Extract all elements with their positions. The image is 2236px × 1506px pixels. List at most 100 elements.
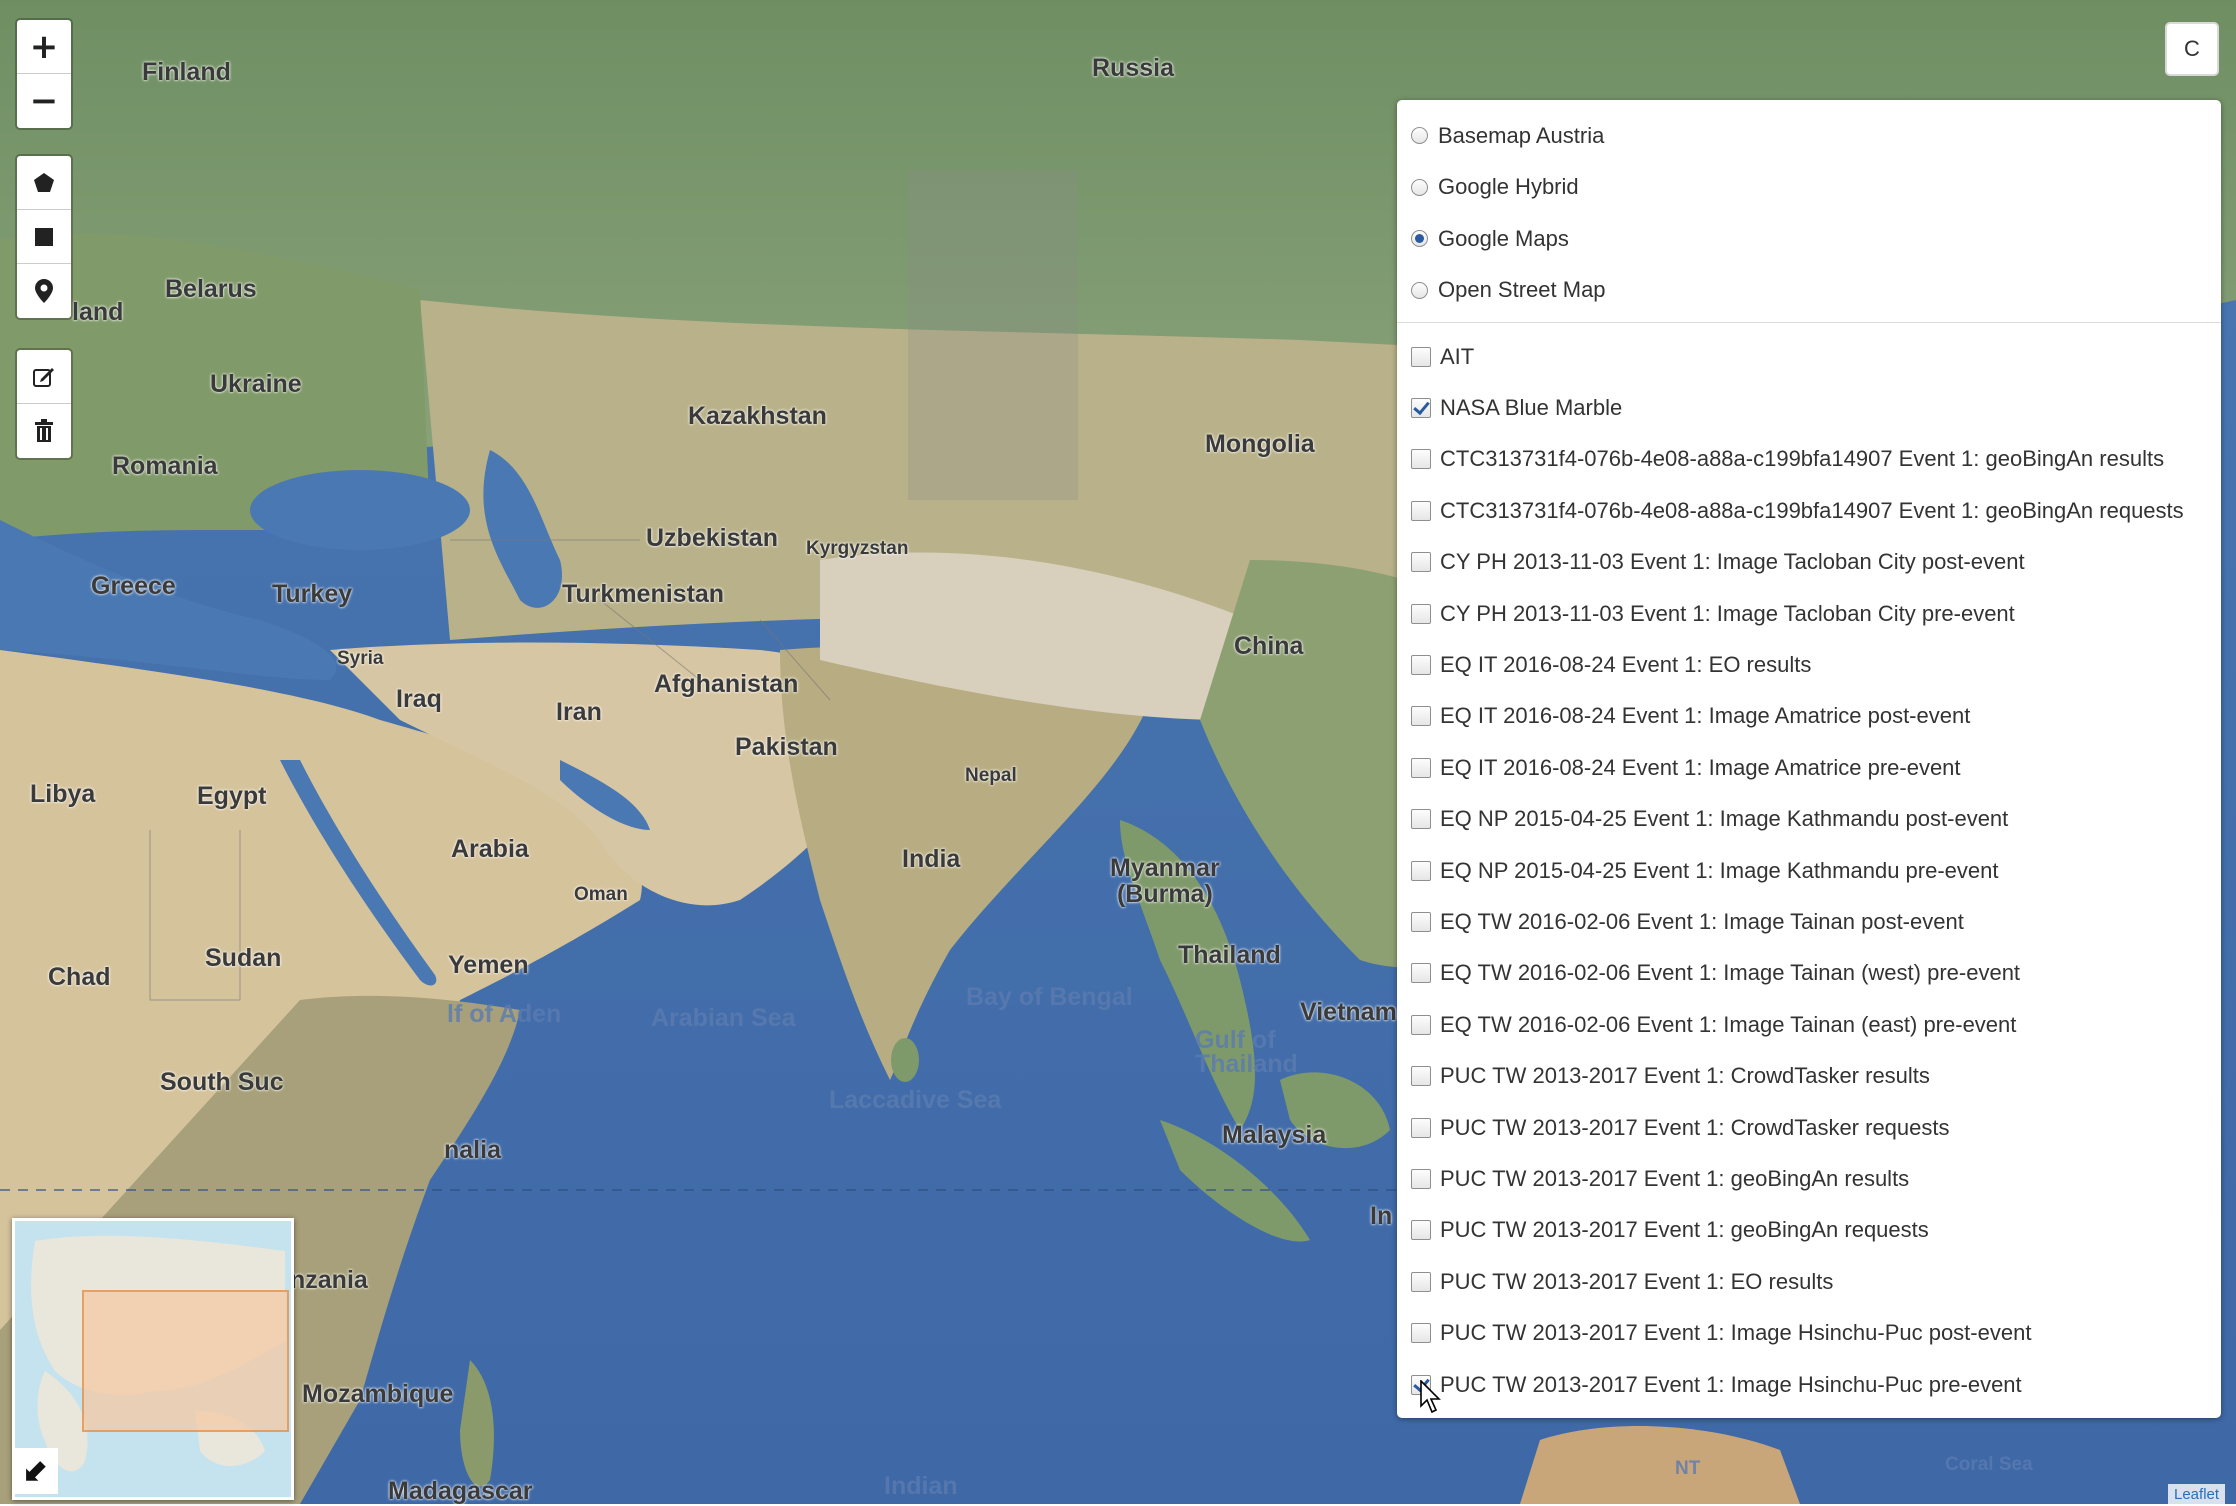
- overlay-layer-label: NASA Blue Marble: [1440, 395, 1623, 421]
- base-layer-label: Basemap Austria: [1438, 122, 1605, 148]
- overlay-layer-label: CTC313731f4-076b-4e08-a88a-c199bfa14907 …: [1440, 497, 2184, 523]
- overlay-layer-checkbox[interactable]: [1411, 963, 1431, 984]
- overlay-layer-checkbox[interactable]: [1411, 1066, 1431, 1087]
- base-layer-option[interactable]: Basemap Austria: [1409, 110, 2211, 162]
- overlay-layer-option[interactable]: EQ TW 2016-02-06 Event 1: Image Tainan p…: [1409, 896, 2211, 947]
- overlay-layer-option[interactable]: PUC TW 2013-2017 Event 1: CrowdTasker re…: [1409, 1102, 2211, 1153]
- zoom-control: + −: [15, 18, 73, 130]
- delete-layers-button[interactable]: [17, 404, 71, 458]
- overlay-layer-option[interactable]: CTC313731f4-076b-4e08-a88a-c199bfa14907 …: [1409, 485, 2211, 536]
- overlay-layer-option[interactable]: EQ IT 2016-08-24 Event 1: EO results: [1409, 639, 2211, 690]
- overlay-layer-option[interactable]: CTC313731f4-076b-4e08-a88a-c199bfa14907 …: [1409, 434, 2211, 485]
- edit-icon: [33, 367, 54, 387]
- overlay-layer-checkbox[interactable]: [1411, 398, 1431, 419]
- layers-separator: [1397, 322, 2221, 323]
- base-layer-label: Open Street Map: [1438, 277, 1606, 303]
- overlay-layer-label: CTC313731f4-076b-4e08-a88a-c199bfa14907 …: [1440, 446, 2165, 472]
- overlay-layer-option[interactable]: PUC TW 2013-2017 Event 1: Image Hsinchu-…: [1409, 1359, 2211, 1410]
- overlay-layer-label: CY PH 2013-11-03 Event 1: Image Tacloban…: [1440, 600, 2015, 626]
- overlay-layer-label: AIT: [1440, 343, 1475, 369]
- plus-icon: +: [29, 26, 59, 67]
- overlay-layer-checkbox[interactable]: [1411, 809, 1431, 830]
- overlay-layer-checkbox[interactable]: [1411, 603, 1431, 624]
- overlay-layer-label: EQ NP 2015-04-25 Event 1: Image Kathmand…: [1440, 806, 2009, 832]
- base-layer-option[interactable]: Google Maps: [1409, 213, 2211, 265]
- edit-layers-button[interactable]: [17, 350, 71, 404]
- minus-icon: −: [29, 81, 59, 121]
- attribution-link[interactable]: Leaflet: [2168, 1484, 2226, 1504]
- base-layer-option[interactable]: Open Street Map: [1409, 265, 2211, 317]
- overlay-layer-checkbox[interactable]: [1411, 1168, 1431, 1189]
- overlay-layer-label: PUC TW 2013-2017 Event 1: Image Hsinchu-…: [1440, 1371, 2022, 1397]
- draw-rectangle-button[interactable]: [17, 210, 71, 264]
- overlay-layer-option[interactable]: PUC TW 2013-2017 Event 1: EO results: [1409, 1256, 2211, 1307]
- overlay-layer-label: PUC TW 2013-2017 Event 1: Image Hsinchu-…: [1440, 1320, 2032, 1346]
- overlay-layer-option[interactable]: EQ TW 2016-02-06 Event 1: Image Tainan (…: [1409, 948, 2211, 999]
- overlay-layer-checkbox[interactable]: [1411, 911, 1431, 932]
- overlay-layer-checkbox[interactable]: [1411, 449, 1431, 470]
- overlay-layer-checkbox[interactable]: [1411, 1323, 1431, 1344]
- overlay-layer-checkbox[interactable]: [1411, 552, 1431, 573]
- overlay-layer-checkbox[interactable]: [1411, 1117, 1431, 1138]
- base-layer-radio[interactable]: [1411, 230, 1428, 248]
- overlay-layer-option[interactable]: EQ NP 2015-04-25 Event 1: Image Kathmand…: [1409, 794, 2211, 845]
- overlay-layer-label: CY PH 2013-11-03 Event 1: Image Tacloban…: [1440, 549, 2025, 575]
- overlay-layer-checkbox[interactable]: [1411, 860, 1431, 881]
- overlay-layer-checkbox[interactable]: [1411, 1014, 1431, 1035]
- trash-icon: [35, 419, 53, 442]
- overlay-layer-option[interactable]: CY PH 2013-11-03 Event 1: Image Tacloban…: [1409, 537, 2211, 588]
- overlay-layer-label: PUC TW 2013-2017 Event 1: geoBingAn resu…: [1440, 1165, 1910, 1191]
- overlay-layer-label: EQ TW 2016-02-06 Event 1: Image Tainan (…: [1440, 1011, 2017, 1037]
- overlay-layers-list: AIT NASA Blue Marble CTC313731f4-076b-4e08…: [1409, 331, 2211, 1410]
- draw-polygon-button[interactable]: [17, 156, 71, 210]
- base-layer-label: Google Hybrid: [1438, 174, 1579, 200]
- mouse-cursor-icon: [1420, 1380, 1441, 1414]
- overlay-layer-label: PUC TW 2013-2017 Event 1: EO results: [1440, 1268, 1834, 1294]
- square-icon: [35, 227, 53, 246]
- overlay-layer-option[interactable]: CY PH 2013-11-03 Event 1: Image Tacloban…: [1409, 588, 2211, 639]
- overlay-layer-label: PUC TW 2013-2017 Event 1: CrowdTasker re…: [1440, 1114, 1950, 1140]
- minimap-toggle-button[interactable]: ⬋: [12, 1448, 58, 1494]
- overlay-layer-label: PUC TW 2013-2017 Event 1: geoBingAn requ…: [1440, 1217, 1929, 1243]
- overlay-layer-option[interactable]: NASA Blue Marble: [1409, 382, 2211, 433]
- pentagon-icon: [34, 172, 54, 192]
- overlay-layer-option[interactable]: EQ TW 2016-02-06 Event 1: Image Tainan (…: [1409, 999, 2211, 1050]
- base-layer-radio[interactable]: [1411, 127, 1428, 145]
- draw-marker-button[interactable]: [17, 264, 71, 318]
- draw-toolbar: [15, 154, 73, 320]
- base-layers-list: Basemap Austria Google Hybrid Google Maps O…: [1409, 110, 2211, 316]
- layers-panel: Basemap Austria Google Hybrid Google Maps O…: [1397, 100, 2221, 1418]
- overlay-layer-label: EQ IT 2016-08-24 Event 1: EO results: [1440, 652, 1812, 678]
- overlay-layer-option[interactable]: PUC TW 2013-2017 Event 1: Image Hsinchu-…: [1409, 1307, 2211, 1358]
- edit-toolbar: [15, 348, 73, 460]
- overlay-layer-label: EQ IT 2016-08-24 Event 1: Image Amatrice…: [1440, 754, 1961, 780]
- overlay-layer-checkbox[interactable]: [1411, 1220, 1431, 1241]
- overlay-layer-option[interactable]: AIT: [1409, 331, 2211, 382]
- overlay-layer-checkbox[interactable]: [1411, 346, 1431, 367]
- collapse-arrow-icon: ⬋: [22, 1454, 48, 1488]
- overlay-layer-option[interactable]: PUC TW 2013-2017 Event 1: CrowdTasker re…: [1409, 1050, 2211, 1101]
- overlay-layer-option[interactable]: PUC TW 2013-2017 Event 1: geoBingAn resu…: [1409, 1153, 2211, 1204]
- base-layer-label: Google Maps: [1438, 225, 1569, 251]
- layers-toggle-button[interactable]: C: [2165, 22, 2219, 76]
- base-layer-radio[interactable]: [1411, 178, 1428, 196]
- overlay-layer-option[interactable]: EQ NP 2015-04-25 Event 1: Image Kathmand…: [1409, 845, 2211, 896]
- overlay-layer-label: EQ IT 2016-08-24 Event 1: Image Amatrice…: [1440, 703, 1971, 729]
- overlay-layer-label: EQ NP 2015-04-25 Event 1: Image Kathmand…: [1440, 857, 1999, 883]
- overlay-layer-option[interactable]: EQ IT 2016-08-24 Event 1: Image Amatrice…: [1409, 691, 2211, 742]
- overlay-layer-checkbox[interactable]: [1411, 655, 1431, 676]
- overlay-layer-label: EQ TW 2016-02-06 Event 1: Image Tainan (…: [1440, 960, 2021, 986]
- layers-toggle-label: C: [2184, 36, 2200, 61]
- base-layer-radio[interactable]: [1411, 281, 1428, 299]
- overlay-layer-checkbox[interactable]: [1411, 1271, 1431, 1292]
- overlay-layer-checkbox[interactable]: [1411, 706, 1431, 727]
- overlay-layer-checkbox[interactable]: [1411, 757, 1431, 778]
- zoom-in-button[interactable]: +: [17, 20, 71, 74]
- overlay-layer-option[interactable]: PUC TW 2013-2017 Event 1: geoBingAn requ…: [1409, 1205, 2211, 1256]
- marker-icon: [35, 279, 53, 303]
- overlay-layer-checkbox[interactable]: [1411, 500, 1431, 521]
- overlay-layer-option[interactable]: EQ IT 2016-08-24 Event 1: Image Amatrice…: [1409, 742, 2211, 793]
- base-layer-option[interactable]: Google Hybrid: [1409, 162, 2211, 214]
- overlay-layer-label: PUC TW 2013-2017 Event 1: CrowdTasker re…: [1440, 1063, 1930, 1089]
- zoom-out-button[interactable]: −: [17, 74, 71, 128]
